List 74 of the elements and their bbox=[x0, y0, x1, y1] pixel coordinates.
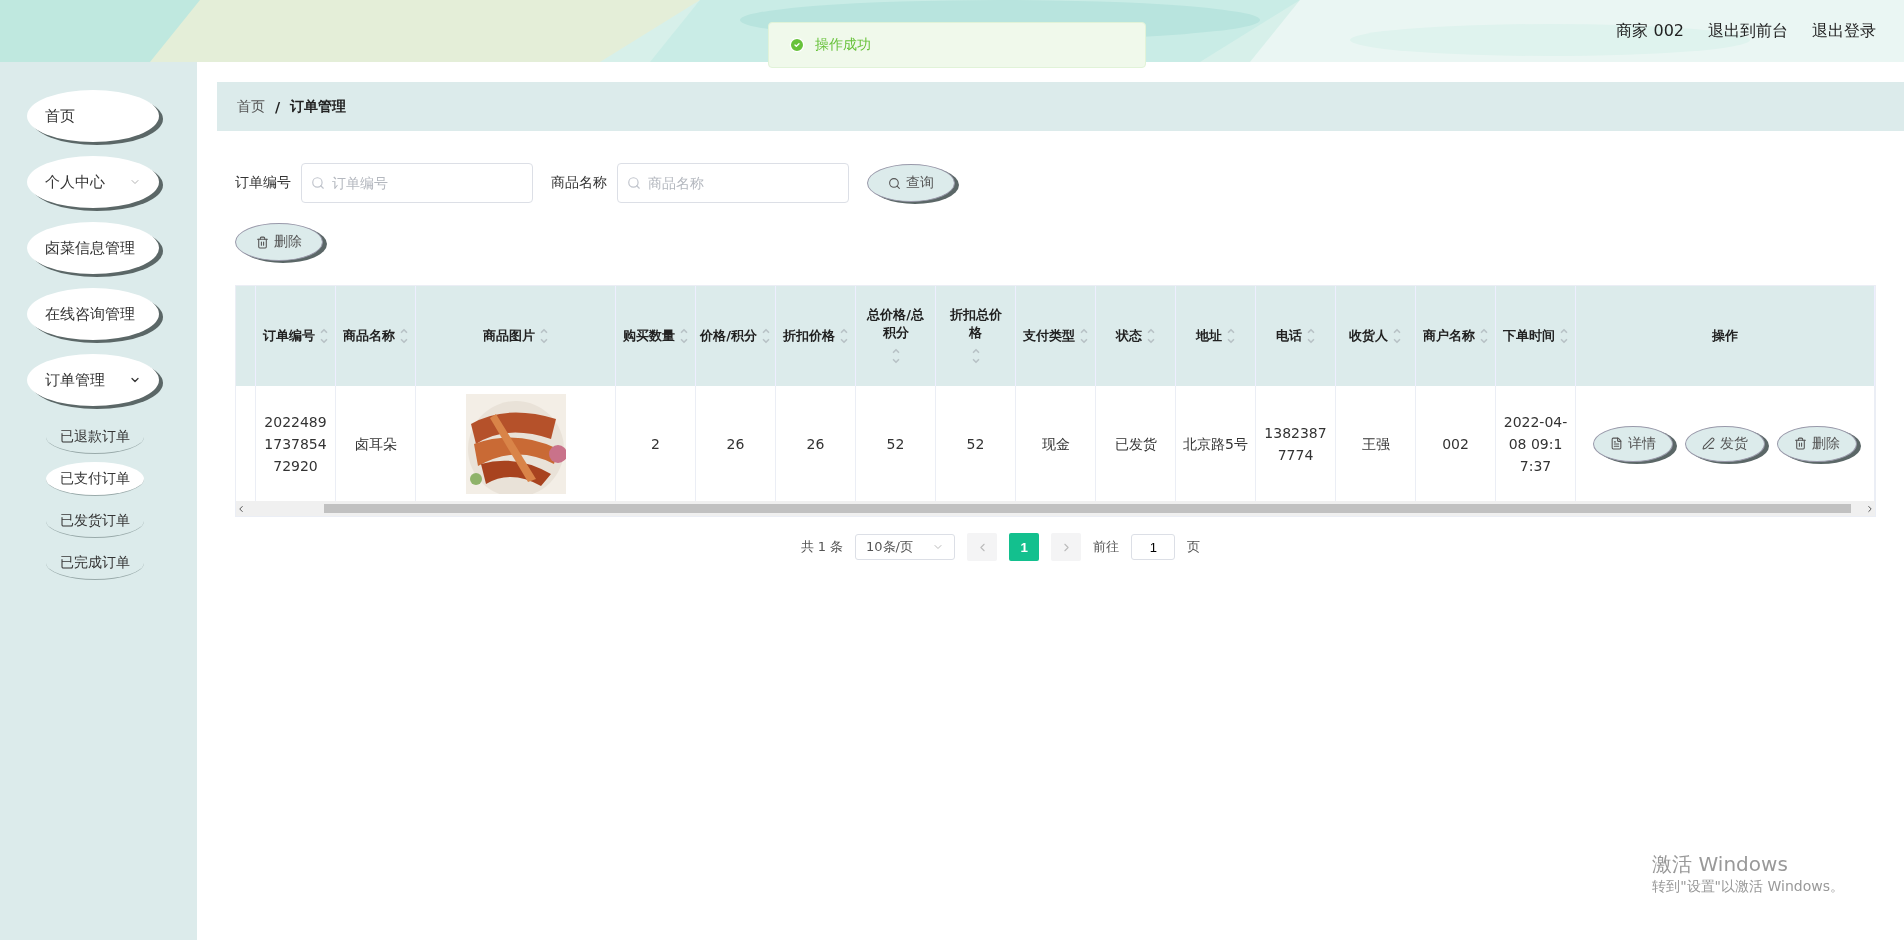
sort-icon bbox=[1078, 326, 1089, 346]
trash-icon bbox=[256, 235, 269, 249]
header-label: 操作 bbox=[1712, 327, 1738, 345]
sidebar-item[interactable]: 订单管理 bbox=[27, 354, 159, 406]
sort-icon bbox=[890, 346, 901, 366]
pen-icon bbox=[1702, 437, 1715, 450]
check-icon bbox=[789, 37, 805, 53]
sort-icon bbox=[398, 326, 409, 346]
header-label: 价格/积分 bbox=[700, 327, 757, 345]
field-label: 订单编号 bbox=[235, 174, 291, 192]
sidebar-subitem[interactable]: 已退款订单 bbox=[46, 420, 144, 454]
delete-button[interactable]: 删除 bbox=[1777, 425, 1857, 462]
header-label: 折扣总价格 bbox=[948, 306, 1003, 342]
trash-icon bbox=[1794, 437, 1807, 450]
sidebar-subitem[interactable]: 已支付订单 bbox=[46, 462, 144, 496]
header-label: 购买数量 bbox=[622, 327, 675, 345]
header-label: 电话 bbox=[1275, 327, 1302, 345]
header-label: 下单时间 bbox=[1502, 327, 1555, 345]
sidebar-item[interactable]: 在线咨询管理 bbox=[27, 288, 159, 340]
sort-icon bbox=[1225, 326, 1236, 346]
header-label: 收货人 bbox=[1349, 327, 1388, 345]
goto-label: 前往 bbox=[1093, 538, 1120, 556]
sort-icon bbox=[970, 346, 981, 366]
header-label: 支付类型 bbox=[1022, 327, 1075, 345]
total-count: 共 1 条 bbox=[800, 538, 844, 556]
prev-page-button[interactable] bbox=[967, 533, 998, 561]
sidebar-item[interactable]: 卤菜信息管理 bbox=[27, 222, 159, 274]
header-link[interactable]: 退出登录 bbox=[1812, 20, 1876, 42]
page-size-select[interactable]: 10条/页 bbox=[855, 534, 956, 560]
header-label: 订单编号 bbox=[262, 327, 315, 345]
header-label: 总价格/总积分 bbox=[865, 306, 925, 342]
sort-icon bbox=[318, 326, 329, 346]
toast-message: 操作成功 bbox=[815, 36, 871, 54]
sort-icon bbox=[538, 326, 549, 346]
breadcrumb-link[interactable]: 首页 bbox=[237, 97, 265, 116]
next-page-button[interactable] bbox=[1051, 533, 1082, 561]
sidebar-item[interactable]: 个人中心 bbox=[27, 156, 159, 208]
sidebar-subitem[interactable]: 已完成订单 bbox=[46, 546, 144, 580]
document-icon bbox=[1610, 437, 1623, 450]
search-icon bbox=[311, 176, 325, 190]
sort-icon bbox=[1392, 326, 1402, 346]
sort-icon bbox=[1478, 326, 1489, 346]
header-link[interactable]: 退出到前台 bbox=[1708, 20, 1788, 42]
search-icon bbox=[888, 176, 901, 190]
sort-icon bbox=[1145, 326, 1156, 346]
sort-icon bbox=[1305, 326, 1316, 346]
page-input[interactable]: 1 bbox=[1131, 534, 1176, 560]
sidebar-item[interactable]: 首页 bbox=[27, 90, 159, 142]
breadcrumb-current: 订单管理 bbox=[290, 97, 347, 116]
goto-suffix: 页 bbox=[1187, 538, 1201, 556]
sort-icon bbox=[760, 326, 771, 346]
header-label: 商品图片 bbox=[482, 327, 535, 345]
watermark-title: 激活 Windows bbox=[1652, 851, 1789, 878]
header-label: 状态 bbox=[1115, 327, 1142, 345]
sort-icon bbox=[678, 326, 689, 346]
header-label: 折扣价格 bbox=[782, 327, 835, 345]
sort-icon bbox=[838, 326, 849, 346]
delete-button[interactable]: 删除 bbox=[235, 223, 323, 261]
search-field[interactable]: 订单编号 bbox=[301, 163, 533, 203]
breadcrumb-separator: / bbox=[275, 98, 281, 115]
sort-icon bbox=[1558, 326, 1569, 346]
watermark-subtitle: 转到"设置"以激活 Windows。 bbox=[1652, 878, 1844, 896]
search-icon bbox=[627, 176, 641, 190]
field-label: 商品名称 bbox=[551, 174, 607, 192]
header-label: 商户名称 bbox=[1422, 327, 1475, 345]
header-label: 商品名称 bbox=[342, 327, 395, 345]
search-button[interactable]: 查询 bbox=[867, 164, 955, 202]
ship-button[interactable]: 发货 bbox=[1685, 425, 1765, 462]
sidebar-subitem[interactable]: 已发货订单 bbox=[46, 504, 144, 538]
detail-button[interactable]: 详情 bbox=[1593, 425, 1673, 462]
user-name: 商家 002 bbox=[1616, 20, 1684, 42]
search-field[interactable]: 商品名称 bbox=[617, 163, 849, 203]
header-label: 地址 bbox=[1195, 327, 1222, 345]
horizontal-scrollbar[interactable] bbox=[236, 501, 1875, 516]
